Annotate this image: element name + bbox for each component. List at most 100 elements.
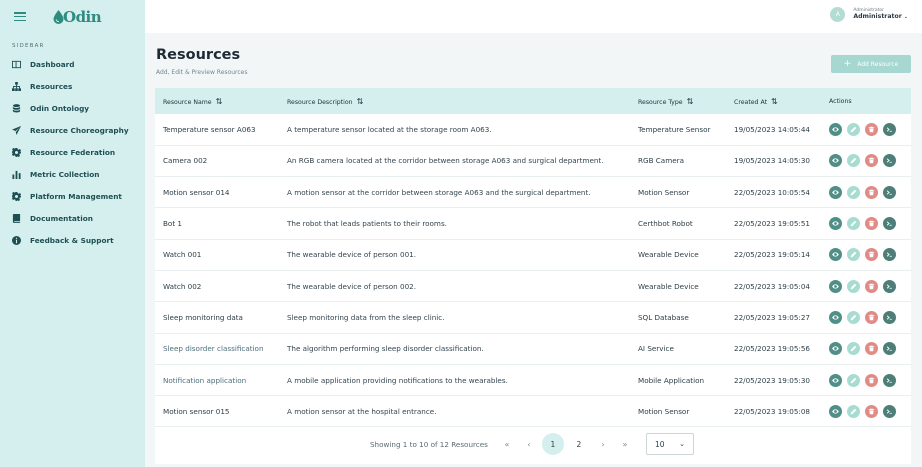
previous-page-button[interactable]: ‹ (518, 434, 540, 454)
column-header-resource-name[interactable]: Resource Name ⇅ (155, 88, 287, 114)
sort-icon[interactable]: ⇅ (357, 97, 364, 106)
delete-icon[interactable] (865, 310, 878, 324)
terminal-icon[interactable] (883, 279, 896, 293)
cell-resource-type: SQL Database (638, 312, 689, 322)
cell-created-at: 22/05/2023 19:05:04 (734, 281, 810, 291)
first-page-button[interactable]: « (496, 434, 518, 454)
brand-logo[interactable]: Odin (53, 8, 102, 26)
delete-icon[interactable] (865, 279, 878, 293)
table-row[interactable]: Watch 002 The wearable device of person 0… (155, 270, 911, 302)
cell-resource-description: The wearable device of person 002. (287, 281, 417, 291)
terminal-icon[interactable] (883, 185, 896, 199)
sidebar-item-feedback-support[interactable]: Feedback & Support (0, 229, 145, 251)
view-icon[interactable] (829, 279, 842, 293)
delete-icon[interactable] (865, 404, 878, 418)
cell-actions (829, 270, 911, 301)
next-page-button[interactable]: › (592, 434, 614, 454)
delete-icon[interactable] (865, 122, 878, 136)
delete-icon[interactable] (865, 342, 878, 356)
view-icon[interactable] (829, 122, 842, 136)
view-icon[interactable] (829, 185, 842, 199)
add-resource-button[interactable]: + Add Resource (831, 55, 911, 73)
user-menu[interactable]: A Administrator Administrator ⌄ (830, 7, 908, 22)
terminal-icon[interactable] (883, 122, 896, 136)
cell-resource-name: Temperature sensor A063 (163, 124, 256, 134)
view-icon[interactable] (829, 342, 842, 356)
cell-resource-description: A motion sensor at the hospital entrance… (287, 406, 437, 416)
avatar: A (830, 7, 846, 22)
cell-created-at: 19/05/2023 14:05:30 (734, 156, 810, 166)
user-name: Administrator ⌄ (853, 13, 908, 21)
sidebar-item-metric-collection[interactable]: Metric Collection (0, 163, 145, 185)
view-icon[interactable] (829, 310, 842, 324)
edit-icon[interactable] (847, 404, 860, 418)
dashboard-icon (12, 60, 21, 69)
delete-icon[interactable] (865, 248, 878, 262)
pagination-summary: Showing 1 to 10 of 12 Resources (370, 439, 488, 449)
sort-icon[interactable]: ⇅ (216, 97, 223, 106)
terminal-icon[interactable] (883, 342, 896, 356)
menu-toggle-icon[interactable] (14, 12, 26, 21)
sidebar-item-label: Resource Choreography (30, 125, 129, 135)
delete-icon[interactable] (865, 217, 878, 231)
terminal-icon[interactable] (883, 217, 896, 231)
column-header-resource-type[interactable]: Resource Type ⇅ (638, 88, 734, 114)
table-row[interactable]: Motion sensor 014 A motion sensor at the … (155, 177, 911, 208)
table-row[interactable]: Temperature sensor A063 A temperature sen… (155, 114, 911, 146)
sidebar-item-dashboard[interactable]: Dashboard (0, 53, 145, 75)
sort-icon[interactable]: ⇅ (687, 97, 694, 106)
row-actions (829, 154, 911, 168)
view-icon[interactable] (829, 154, 842, 168)
cell-actions (829, 302, 911, 333)
sort-icon[interactable]: ⇅ (771, 97, 778, 106)
table-row[interactable]: Camera 002 An RGB camera located at the c… (155, 145, 911, 177)
table-row[interactable]: Bot 1 The robot that leads patients to th… (155, 208, 911, 240)
sidebar-item-platform-management[interactable]: Platform Management (0, 185, 145, 207)
view-icon[interactable] (829, 404, 842, 418)
cell-resource-type: Motion Sensor (638, 406, 690, 416)
edit-icon[interactable] (847, 122, 860, 136)
table-row[interactable]: Notification application A mobile applica… (155, 364, 911, 396)
edit-icon[interactable] (847, 217, 860, 231)
sidebar-item-resources[interactable]: Resources (0, 75, 145, 97)
table-row[interactable]: Sleep disorder classification The algorit… (155, 333, 911, 365)
delete-icon[interactable] (865, 185, 878, 199)
table-row[interactable]: Sleep monitoring data Sleep monitoring da… (155, 302, 911, 334)
delete-icon[interactable] (865, 154, 878, 168)
edit-icon[interactable] (847, 310, 860, 324)
terminal-icon[interactable] (883, 373, 896, 387)
delete-icon[interactable] (865, 373, 878, 387)
edit-icon[interactable] (847, 185, 860, 199)
row-actions (829, 122, 911, 136)
edit-icon[interactable] (847, 154, 860, 168)
cell-actions (829, 145, 911, 176)
last-page-button[interactable]: » (614, 434, 636, 454)
row-actions (829, 185, 911, 199)
page-button-1[interactable]: 1 (541, 433, 564, 455)
sidebar-item-resource-choreography[interactable]: Resource Choreography (0, 119, 145, 141)
column-header-created-at[interactable]: Created At ⇅ (734, 88, 829, 114)
sidebar-item-documentation[interactable]: Documentation (0, 207, 145, 229)
table-row[interactable]: Watch 001 The wearable device of person 0… (155, 239, 911, 271)
sidebar-item-label: Resource Federation (30, 147, 116, 157)
plus-icon: + (843, 58, 852, 69)
cell-resource-name: Motion sensor 015 (163, 406, 230, 416)
edit-icon[interactable] (847, 279, 860, 293)
terminal-icon[interactable] (883, 154, 896, 168)
view-icon[interactable] (829, 217, 842, 231)
terminal-icon[interactable] (883, 248, 896, 262)
table-row[interactable]: Motion sensor 015 A motion sensor at the … (155, 396, 911, 427)
page-button-2[interactable]: 2 (568, 433, 590, 455)
edit-icon[interactable] (847, 342, 860, 356)
view-icon[interactable] (829, 373, 842, 387)
edit-icon[interactable] (847, 248, 860, 262)
sidebar-item-resource-federation[interactable]: Resource Federation (0, 141, 145, 163)
terminal-icon[interactable] (883, 404, 896, 418)
edit-icon[interactable] (847, 373, 860, 387)
cell-resource-name: Watch 002 (163, 281, 202, 291)
view-icon[interactable] (829, 248, 842, 262)
terminal-icon[interactable] (883, 310, 896, 324)
page-size-select[interactable]: 10 ⌄ (645, 433, 694, 455)
sidebar-item-odin-ontology[interactable]: Odin Ontology (0, 97, 145, 119)
column-header-resource-description[interactable]: Resource Description ⇅ (287, 88, 638, 114)
